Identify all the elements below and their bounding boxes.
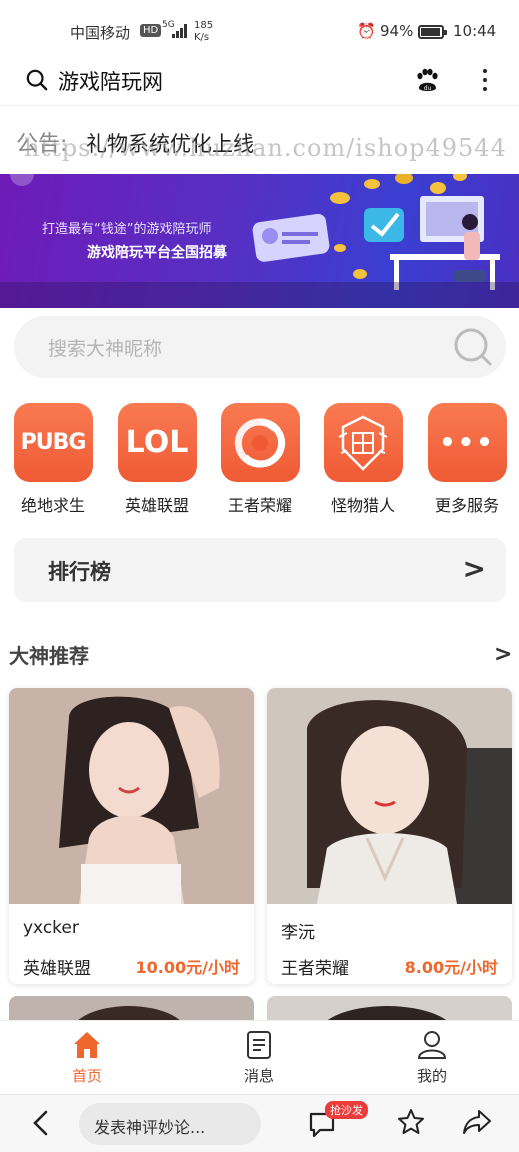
category-label: 绝地求生 xyxy=(20,496,85,515)
baidu-paw-icon[interactable]: du xyxy=(414,68,440,94)
share-icon[interactable] xyxy=(461,1107,493,1137)
category-more-services[interactable]: ••• 更多服务 xyxy=(427,403,507,516)
speed-value: 185 xyxy=(194,20,214,31)
svg-text:du: du xyxy=(424,85,432,92)
lol-tile-text: LOL xyxy=(125,425,189,460)
monster-hunter-emblem xyxy=(338,415,388,471)
hd-badge: HD xyxy=(140,24,162,37)
signal-icon xyxy=(172,24,188,38)
player-price: 8.00元/小时 xyxy=(404,958,498,977)
tab-label: 首页 xyxy=(71,1067,102,1085)
player-name: yxcker xyxy=(23,918,79,938)
ranking-button[interactable]: 排行榜 > xyxy=(14,538,506,602)
chevron-right-icon: > xyxy=(462,552,486,585)
tab-profile[interactable]: 我的 xyxy=(387,1029,477,1086)
battery-fill xyxy=(421,28,440,36)
banner-footer-strip xyxy=(0,282,519,308)
category-label: 怪物猎人 xyxy=(330,496,395,515)
notice-bar[interactable]: 公告: 礼物系统优化上线 https://www.huzhan.com/isho… xyxy=(0,120,519,170)
status-bar: 中国移动 HD 5G 185 K/s ⏰ 94% 10:44 xyxy=(0,0,519,62)
category-label: 更多服务 xyxy=(434,496,499,515)
banner-line1: 打造最有“钱途”的游戏陪玩师 xyxy=(42,222,212,237)
comment-input[interactable]: 发表神评妙论... xyxy=(79,1103,261,1145)
player-photo xyxy=(267,688,512,904)
category-label: 英雄联盟 xyxy=(124,496,189,515)
player-name: 李沅 xyxy=(281,923,315,943)
tab-label: 消息 xyxy=(243,1067,274,1085)
battery-percent: 94% xyxy=(380,22,414,40)
message-icon xyxy=(247,1031,271,1059)
search-icon[interactable] xyxy=(26,69,48,91)
app-header: 游戏陪玩网 du xyxy=(0,60,519,106)
ranking-label: 排行榜 xyxy=(48,560,111,584)
more-services-icon: ••• xyxy=(427,403,507,482)
category-label: 王者荣耀 xyxy=(227,496,292,515)
category-grid: PUBG 绝地求生 LOL 英雄联盟 王者荣耀 怪物猎人 ••• 更多服务 xyxy=(0,403,519,519)
category-lol[interactable]: LOL 英雄联盟 xyxy=(117,403,197,516)
player-game: 英雄联盟 xyxy=(23,959,91,979)
comment-placeholder: 发表神评妙论... xyxy=(94,1118,206,1137)
alarm-icon: ⏰ xyxy=(357,22,376,40)
banner-line2: 游戏陪玩平台全国招募 xyxy=(87,245,227,261)
page-title: 游戏陪玩网 xyxy=(58,70,163,94)
recruit-banner[interactable]: 打造最有“钱途”的游戏陪玩师 游戏陪玩平台全国招募 xyxy=(0,174,519,308)
battery-icon xyxy=(418,25,447,39)
star-icon[interactable] xyxy=(396,1107,426,1137)
category-honor-of-kings[interactable]: 王者荣耀 xyxy=(220,403,300,516)
browser-toolbar: 发表神评妙论... 抢沙发 xyxy=(0,1094,519,1152)
clock: 10:44 xyxy=(453,22,497,40)
player-price: 10.00元/小时 xyxy=(135,958,240,977)
category-monster-hunter[interactable]: 怪物猎人 xyxy=(323,403,403,516)
network-speed: 185 K/s xyxy=(194,20,213,44)
player-game: 王者荣耀 xyxy=(281,959,349,979)
tab-label: 我的 xyxy=(416,1067,447,1085)
lol-icon: LOL xyxy=(117,403,197,482)
sofa-badge: 抢沙发 xyxy=(325,1101,368,1119)
tab-home[interactable]: 首页 xyxy=(42,1029,132,1086)
more-tile-text: ••• xyxy=(439,427,495,458)
back-icon[interactable] xyxy=(30,1109,52,1137)
honor-of-kings-emblem xyxy=(234,417,286,468)
profile-icon xyxy=(417,1031,447,1059)
page: 中国移动 HD 5G 185 K/s ⏰ 94% 10:44 游戏陪玩网 du xyxy=(0,0,519,1152)
search-placeholder: 搜索大神昵称 xyxy=(48,338,163,360)
speed-unit: K/s xyxy=(194,32,210,43)
section-more-link[interactable]: > xyxy=(494,642,512,667)
player-card[interactable]: 李沅 王者荣耀 8.00元/小时 xyxy=(267,688,512,984)
player-photo xyxy=(9,688,254,904)
more-vertical-icon[interactable] xyxy=(474,64,496,96)
category-pubg[interactable]: PUBG 绝地求生 xyxy=(13,403,93,516)
tab-messages[interactable]: 消息 xyxy=(214,1029,304,1086)
pubg-icon: PUBG xyxy=(13,403,93,482)
section-title: 大神推荐 xyxy=(9,644,89,668)
player-card[interactable]: yxcker 英雄联盟 10.00元/小时 xyxy=(9,688,254,984)
carrier-label: 中国移动 xyxy=(70,24,131,42)
honor-of-kings-icon xyxy=(220,403,300,482)
pubg-tile-text: PUBG xyxy=(20,430,87,455)
search-input[interactable]: 搜索大神昵称 xyxy=(14,316,506,378)
search-icon[interactable] xyxy=(452,326,494,368)
bottom-tab-bar: 首页 消息 我的 xyxy=(0,1020,519,1094)
home-icon xyxy=(74,1032,100,1058)
watermark: https://www.huzhan.com/ishop49544 xyxy=(24,134,507,162)
monster-hunter-icon xyxy=(323,403,403,482)
